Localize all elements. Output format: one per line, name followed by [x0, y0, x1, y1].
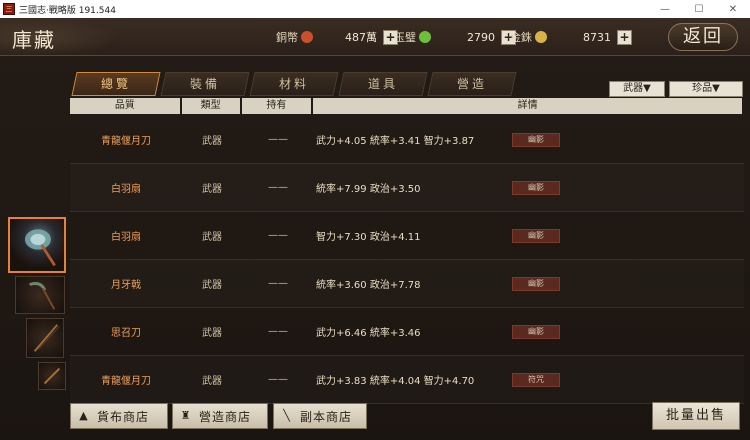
halberd-icon	[29, 282, 56, 310]
currency-amount: 487萬	[345, 31, 377, 44]
item-owned: ——	[268, 182, 288, 193]
item-type: 武器	[202, 136, 222, 147]
item-thumbnail[interactable]	[26, 318, 64, 358]
shop-label: 副本商店	[300, 409, 353, 424]
tab-overview[interactable]: 總覽	[71, 72, 161, 96]
batch-sell-button[interactable]: 批量出售	[652, 402, 740, 430]
inventory-panel: 總覽 裝備 材料 道具 營造 武器▼ 珍品▼ 品質 類型 持有 詳情 青龍偃月刀…	[0, 56, 750, 440]
weapon-filter-dropdown[interactable]: 武器▼	[609, 81, 665, 97]
selected-item-thumbnail[interactable]	[8, 217, 66, 273]
window-controls: — ☐ ✕	[648, 0, 750, 18]
tab-label: 營造	[456, 77, 487, 91]
table-header: 品質 類型 持有 詳情	[70, 98, 744, 114]
window-titlebar: 三 三國志·戰略版 191.544 — ☐ ✕	[0, 0, 750, 18]
shop-label: 貨布商店	[97, 409, 150, 424]
construction-shop-button[interactable]: ♜ 營造商店	[172, 403, 268, 429]
minimize-button[interactable]: —	[648, 0, 682, 18]
item-detail: 武力+3.83 統率+4.04 智力+4.70	[316, 376, 475, 387]
coin-pouch-icon: ▲	[79, 409, 89, 422]
item-type: 武器	[202, 376, 222, 387]
tab-items[interactable]: 道具	[338, 72, 428, 96]
tab-label: 道具	[367, 77, 398, 91]
table-row[interactable]: 月牙戟 武器 —— 統率+3.60 政治+7.78 幽影	[70, 260, 744, 308]
item-name: 月牙戟	[111, 280, 141, 291]
app-icon: 三	[3, 3, 15, 15]
item-name: 白羽扇	[111, 232, 141, 243]
item-tag: 幽影	[512, 228, 560, 243]
column-detail[interactable]: 詳情	[313, 98, 743, 114]
item-tag: 幽影	[512, 180, 560, 195]
game-header: 庫藏 銅幣 487萬 + 玉璧 2790 + 金銖 8731 + 返回	[0, 18, 750, 56]
spear-icon	[33, 324, 60, 352]
item-owned: ——	[268, 230, 288, 241]
tab-label: 裝備	[189, 77, 220, 91]
building-icon: ♜	[180, 409, 192, 422]
item-detail: 武力+4.05 統率+3.41 智力+3.87	[316, 136, 475, 147]
item-detail: 統率+3.60 政治+7.78	[316, 280, 421, 291]
currency-label: 銅幣	[276, 31, 298, 44]
table-row[interactable]: 白羽扇 武器 —— 統率+7.99 政治+3.50 幽影	[70, 164, 744, 212]
currency-jade: 玉璧 2790 +	[394, 26, 516, 48]
item-detail: 智力+7.30 政治+4.11	[316, 232, 421, 243]
copper-coin-icon	[301, 31, 313, 43]
item-owned: ——	[268, 134, 288, 145]
blade-icon	[43, 367, 61, 385]
item-table: 品質 類型 持有 詳情 青龍偃月刀 武器 —— 武力+4.05 統率+3.41 …	[70, 98, 744, 404]
table-row[interactable]: 白羽扇 武器 —— 智力+7.30 政治+4.11 幽影	[70, 212, 744, 260]
add-gold-button[interactable]: +	[617, 29, 632, 45]
currency-label: 玉璧	[394, 31, 416, 44]
item-detail: 武力+6.46 統率+3.46	[316, 328, 421, 339]
item-type: 武器	[202, 232, 222, 243]
table-row[interactable]: 青龍偃月刀 武器 —— 武力+4.05 統率+3.41 智力+3.87 幽影	[70, 116, 744, 164]
item-name: 白羽扇	[111, 184, 141, 195]
currency-gold: 金銖 8731 +	[510, 26, 632, 48]
maximize-button[interactable]: ☐	[682, 0, 716, 18]
currency-amount: 2790	[467, 30, 495, 44]
page-title: 庫藏	[12, 28, 56, 52]
gold-coin-icon	[535, 31, 547, 43]
item-name: 青龍偃月刀	[101, 376, 151, 387]
item-thumbnail[interactable]	[38, 362, 66, 390]
column-quality[interactable]: 品質	[70, 98, 180, 114]
item-type: 武器	[202, 280, 222, 291]
item-type: 武器	[202, 328, 222, 339]
tab-materials[interactable]: 材料	[249, 72, 339, 96]
item-thumbnail[interactable]	[15, 276, 65, 314]
item-type: 武器	[202, 184, 222, 195]
item-owned: ——	[268, 278, 288, 289]
fan-weapon-icon	[24, 229, 56, 267]
item-name: 思召刀	[111, 328, 141, 339]
category-tabs: 總覽 裝備 材料 道具 營造	[71, 72, 519, 96]
shop-label: 營造商店	[199, 409, 252, 424]
item-name: 青龍偃月刀	[101, 136, 151, 147]
dungeon-shop-button[interactable]: ╲ 副本商店	[273, 403, 367, 429]
item-owned: ——	[268, 374, 288, 385]
table-row[interactable]: 青龍偃月刀 武器 —— 武力+3.83 統率+4.04 智力+4.70 符咒	[70, 356, 744, 404]
tab-construction[interactable]: 營造	[427, 72, 517, 96]
item-tag: 幽影	[512, 324, 560, 339]
back-button[interactable]: 返回	[668, 23, 738, 51]
currency-amount: 8731	[583, 30, 611, 44]
item-detail: 統率+7.99 政治+3.50	[316, 184, 421, 195]
tab-label: 總覽	[100, 77, 131, 91]
table-row[interactable]: 思召刀 武器 —— 武力+6.46 統率+3.46 幽影	[70, 308, 744, 356]
item-tag: 幽影	[512, 132, 560, 147]
tab-label: 材料	[278, 77, 309, 91]
sword-icon: ╲	[283, 409, 291, 422]
item-owned: ——	[268, 326, 288, 337]
column-owned[interactable]: 持有	[241, 98, 312, 114]
jade-coin-icon	[419, 31, 431, 43]
item-tag: 符咒	[512, 372, 560, 387]
currency-label: 金銖	[510, 31, 532, 44]
window-title: 三國志·戰略版 191.544	[19, 5, 116, 16]
rarity-filter-dropdown[interactable]: 珍品▼	[669, 81, 743, 97]
close-button[interactable]: ✕	[716, 0, 750, 18]
currency-copper: 銅幣 487萬 +	[276, 26, 398, 48]
item-rows: 青龍偃月刀 武器 —— 武力+4.05 統率+3.41 智力+3.87 幽影 白…	[70, 116, 744, 404]
item-tag: 幽影	[512, 276, 560, 291]
column-type[interactable]: 類型	[181, 98, 240, 114]
tab-equipment[interactable]: 裝備	[160, 72, 250, 96]
currency-shop-button[interactable]: ▲ 貨布商店	[70, 403, 168, 429]
